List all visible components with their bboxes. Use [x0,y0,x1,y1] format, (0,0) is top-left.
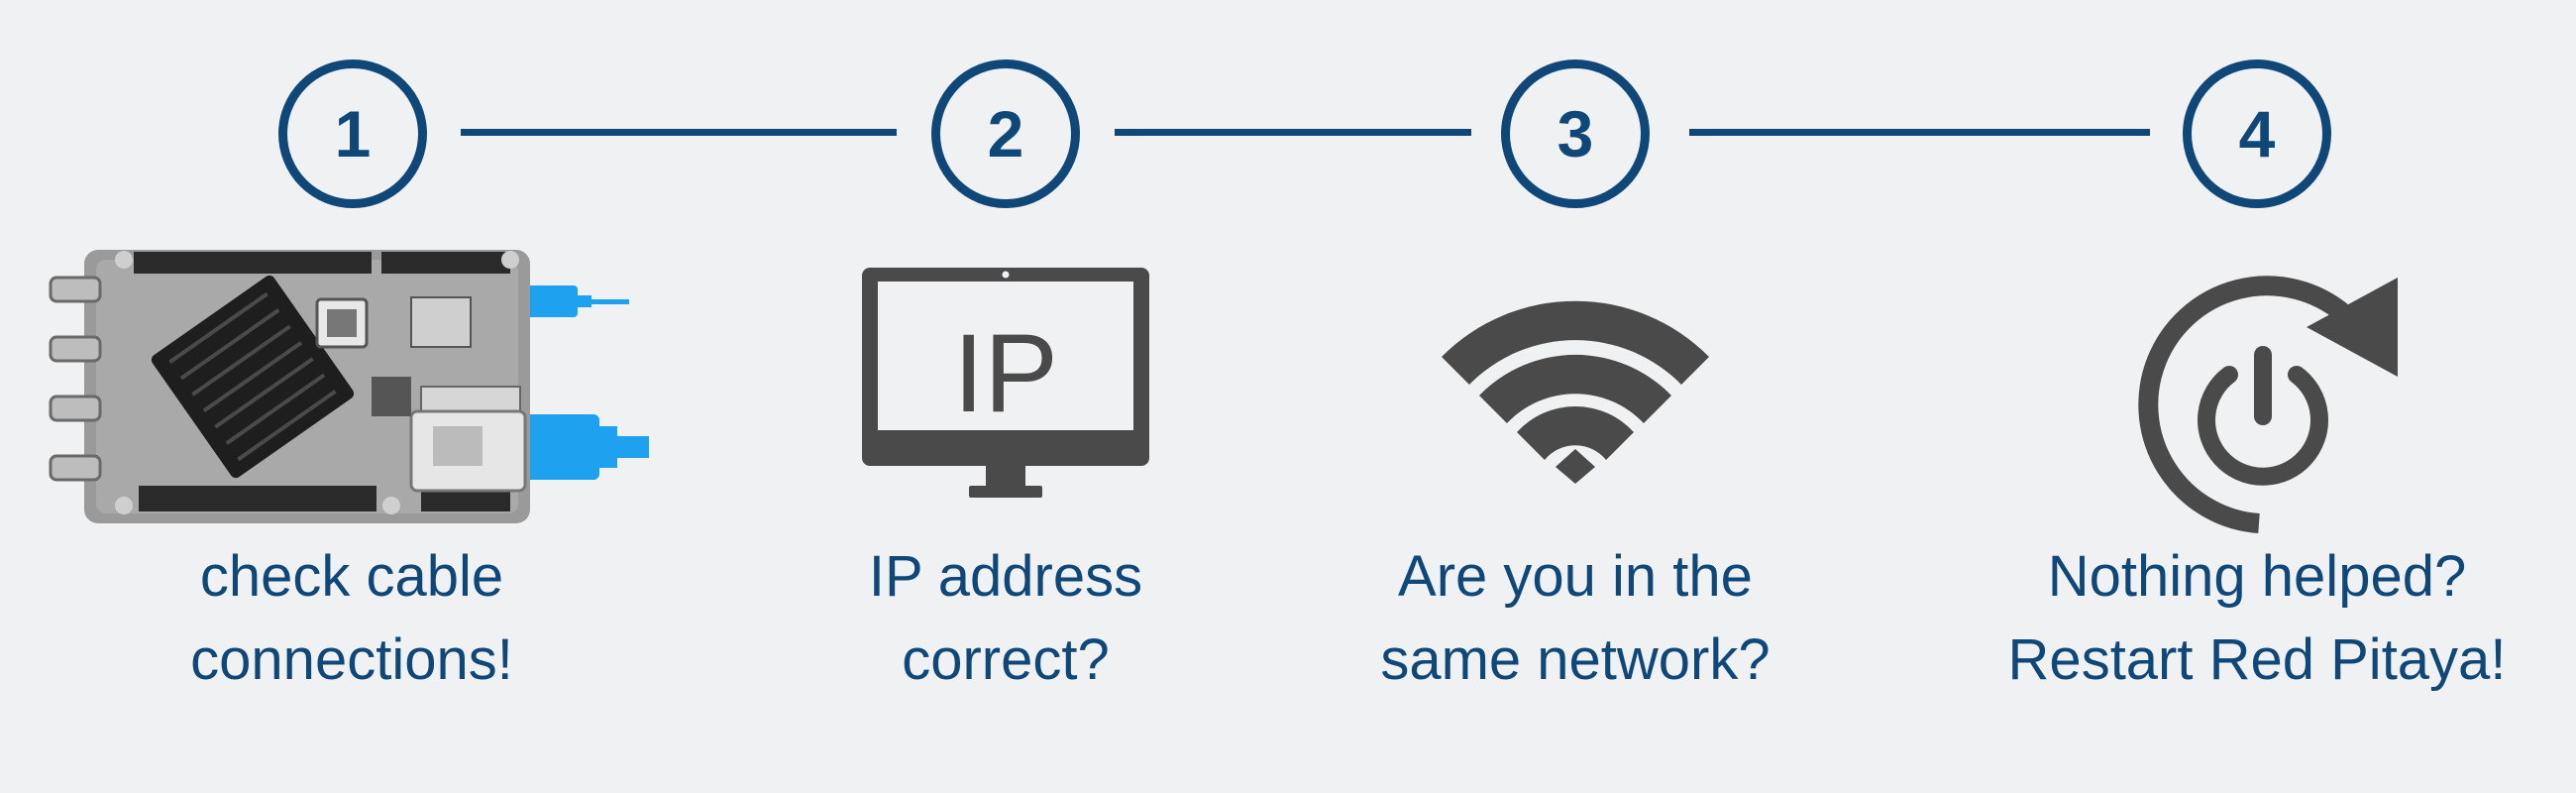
wifi-icon [1442,300,1709,484]
connector-line-1-2 [461,129,897,136]
connector-line-3-4 [1689,129,2150,136]
step-4-number: 4 [2238,97,2276,170]
step-2-label: IP address correct? [728,535,1283,702]
cable-small [523,285,629,317]
step-2-label-line-1: IP address [868,544,1143,609]
cable-large [525,414,649,480]
step-3-circle: 3 [1501,59,1650,208]
step-2-number: 2 [987,97,1024,170]
monitor-ip-text: IP [953,311,1058,435]
step-3-label: Are you in the same network? [1298,535,1853,702]
step-4-circle: 4 [2183,59,2331,208]
board-with-cables-image [49,250,649,523]
step-3-number: 3 [1556,97,1594,170]
step-2-circle: 2 [931,59,1080,208]
step-4-label: Nothing helped? Restart Red Pitaya! [1980,535,2534,702]
step-1-label: check cable connections! [74,535,629,702]
step-3-label-line-2: same network? [1380,627,1771,692]
step-1-label-line-2: connections! [190,627,513,692]
step-4-label-line-1: Nothing helped? [2047,544,2467,609]
monitor-ip-icon: IP [862,268,1149,498]
step-4-label-line-2: Restart Red Pitaya! [2007,627,2507,692]
step-3-label-line-1: Are you in the [1398,544,1753,609]
step-1-label-line-1: check cable [199,544,504,609]
connector-line-2-3 [1115,129,1471,136]
restart-power-icon [2138,276,2398,533]
step-1-circle: 1 [278,59,427,208]
step-2-label-line-2: correct? [902,627,1110,692]
step-1-number: 1 [334,97,372,170]
